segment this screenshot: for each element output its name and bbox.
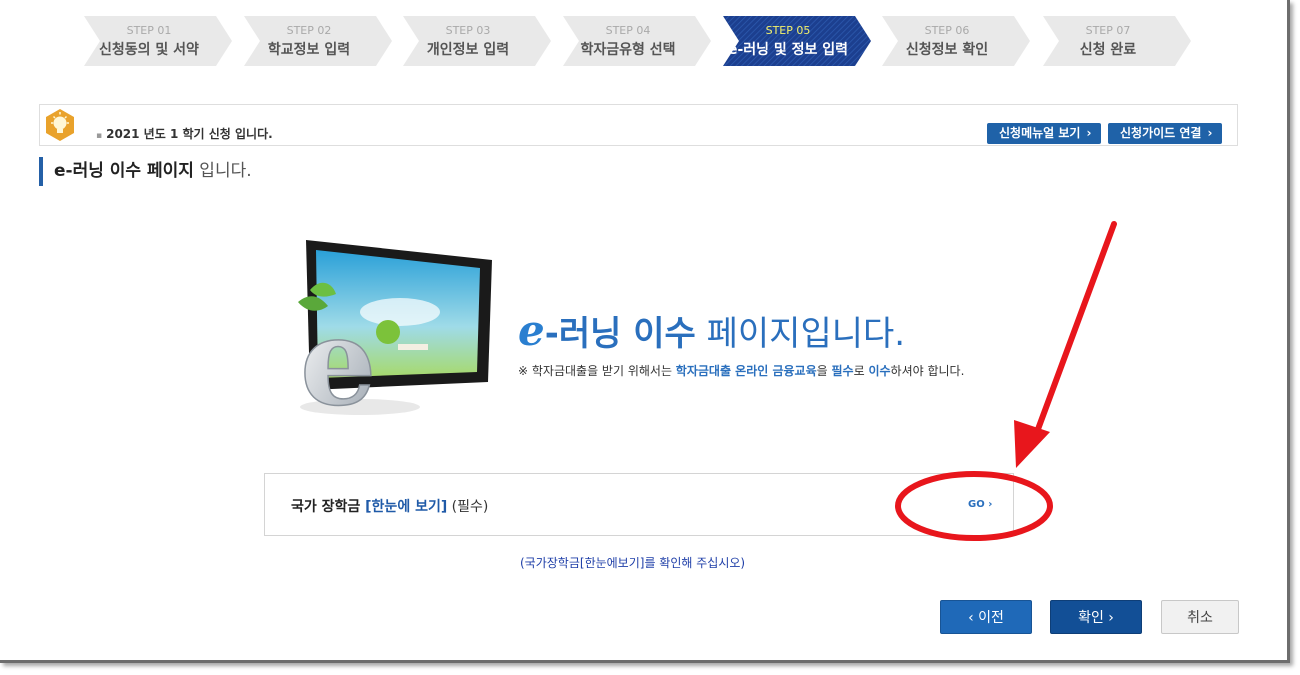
step-number: STEP 04: [605, 24, 651, 37]
step-label: e-러닝 및 정보 입력: [727, 42, 849, 58]
step-07: STEP 07 신청 완료: [1043, 16, 1191, 66]
step-label: 학자금유형 선택: [580, 42, 676, 58]
step-progress: STEP 01 신청동의 및 서약 STEP 02 학교정보 입력 STEP 0…: [84, 16, 1194, 66]
step-label: 신청동의 및 서약: [99, 42, 199, 58]
chevron-right-icon: ›: [1207, 126, 1213, 140]
step-label: 신청 완료: [1079, 42, 1137, 58]
step-number: STEP 01: [126, 24, 172, 37]
step-number: STEP 02: [286, 24, 332, 37]
step-05-active: STEP 05 e-러닝 및 정보 입력: [723, 16, 871, 66]
semester-info-bar: ▪ 2021 년도 1 학기 신청 입니다. 신청메뉴얼 보기 › 신청가이드 연결…: [39, 104, 1238, 146]
step-04: STEP 04 학자금유형 선택: [563, 16, 711, 66]
scholarship-item-row: 국가 장학금 [한눈에 보기] (필수) GO ›: [264, 473, 1014, 536]
step-01: STEP 01 신청동의 및 서약: [84, 16, 232, 66]
page-title: e-러닝 이수 페이지 입니다.: [39, 157, 252, 186]
step-number: STEP 03: [445, 24, 491, 37]
svg-text:e: e: [300, 292, 376, 422]
semester-text: ▪ 2021 년도 1 학기 신청 입니다.: [96, 127, 273, 141]
lightbulb-icon: [46, 109, 74, 141]
hero-title: e-러닝 이수 페이지입니다.: [518, 306, 906, 355]
guide-link-button[interactable]: 신청가이드 연결 ›: [1108, 123, 1222, 144]
step-03: STEP 03 개인정보 입력: [403, 16, 551, 66]
previous-button[interactable]: ‹ 이전: [940, 600, 1032, 634]
step-number: STEP 06: [924, 24, 970, 37]
step-label: 개인정보 입력: [426, 42, 510, 58]
cancel-button[interactable]: 취소: [1161, 600, 1239, 634]
confirm-button[interactable]: 확인 ›: [1050, 600, 1142, 634]
hero-note: ※ 학자금대출을 받기 위해서는 학자금대출 온라인 금융교육을 필수로 이수하…: [518, 364, 965, 378]
scholarship-overview-link[interactable]: [한눈에 보기]: [365, 499, 447, 515]
step-label: 학교정보 입력: [267, 42, 351, 58]
step-number: STEP 05: [765, 24, 811, 37]
scholarship-item-title: 국가 장학금 [한눈에 보기] (필수): [291, 499, 489, 515]
step-06: STEP 06 신청정보 확인: [882, 16, 1030, 66]
go-button[interactable]: GO ›: [968, 499, 992, 510]
page-frame: STEP 01 신청동의 및 서약 STEP 02 학교정보 입력 STEP 0…: [0, 0, 1290, 663]
elearning-tablet-illustration: e: [298, 240, 492, 422]
confirm-note: (국가장학금[한눈에보기]를 확인해 주십시오): [520, 556, 746, 570]
chevron-right-icon: ›: [1086, 126, 1092, 140]
step-number: STEP 07: [1085, 24, 1131, 37]
bullet-icon: ▪: [96, 131, 103, 141]
view-manual-button[interactable]: 신청메뉴얼 보기 ›: [987, 123, 1101, 144]
step-02: STEP 02 학교정보 입력: [244, 16, 392, 66]
step-label: 신청정보 확인: [905, 42, 989, 58]
